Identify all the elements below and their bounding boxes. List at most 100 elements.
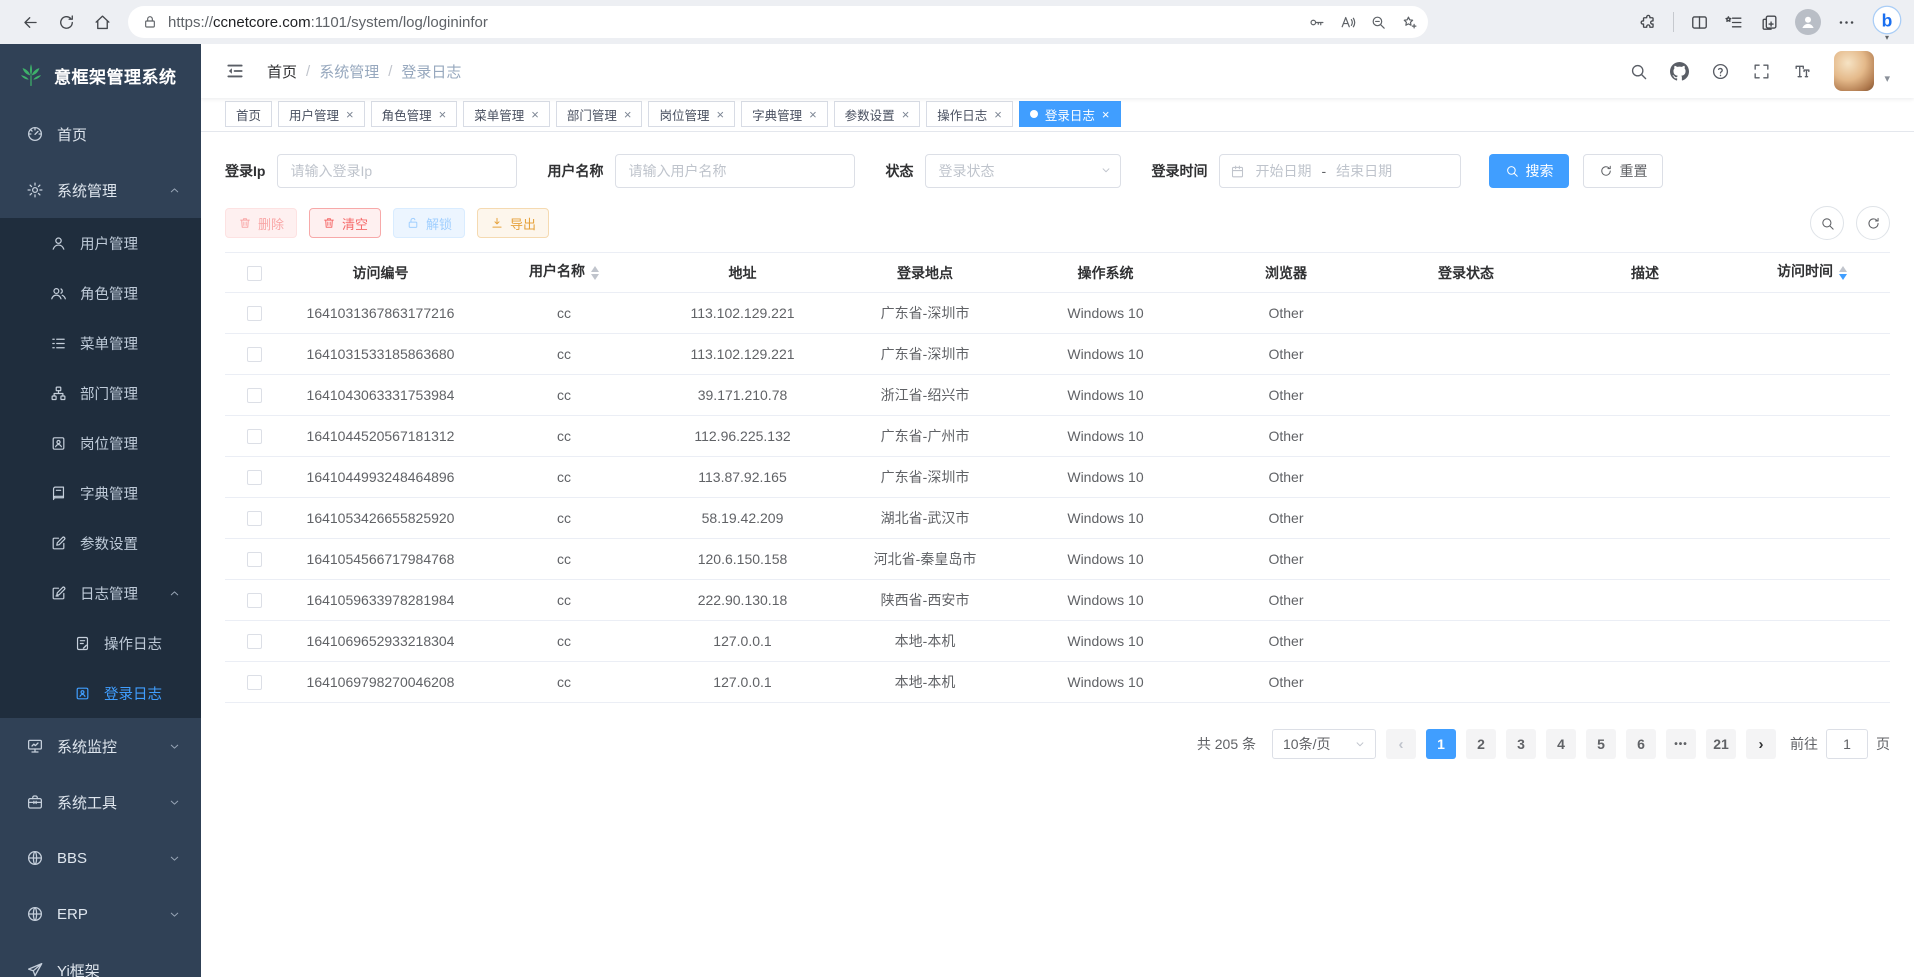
site-info-lock-icon[interactable] <box>142 14 158 30</box>
row-checkbox[interactable] <box>247 470 262 485</box>
tab-字典管理[interactable]: 字典管理× <box>741 101 828 127</box>
tab-操作日志[interactable]: 操作日志× <box>926 101 1013 127</box>
sidebar-item-user-mgmt[interactable]: 用户管理 <box>0 218 201 268</box>
row-checkbox[interactable] <box>247 388 262 403</box>
sort-descending-caret[interactable] <box>591 274 599 284</box>
sidebar-item-param-settings[interactable]: 参数设置 <box>0 518 201 568</box>
delete-button[interactable]: 删除 <box>225 208 297 238</box>
tab-菜单管理[interactable]: 菜单管理× <box>463 101 550 127</box>
favorites-icon[interactable] <box>1725 13 1744 32</box>
sidebar-item-login-log[interactable]: 登录日志 <box>0 668 201 718</box>
page-button-5[interactable]: 5 <box>1586 729 1616 759</box>
row-checkbox[interactable] <box>247 552 262 567</box>
row-checkbox[interactable] <box>247 634 262 649</box>
sort-descending-caret[interactable] <box>1839 274 1847 284</box>
zoom-out-icon[interactable] <box>1370 14 1387 31</box>
add-favorite-icon[interactable] <box>1401 14 1418 31</box>
sidebar-item-system-mgmt[interactable]: 系统管理 <box>0 162 201 218</box>
sort-caret-icon[interactable] <box>1839 262 1847 284</box>
sidebar-item-operation-log[interactable]: 操作日志 <box>0 618 201 668</box>
clear-button[interactable]: 清空 <box>309 208 381 238</box>
tab-岗位管理[interactable]: 岗位管理× <box>648 101 735 127</box>
sidebar-item-system-tools[interactable]: 系统工具 <box>0 774 201 830</box>
export-button[interactable]: 导出 <box>477 208 549 238</box>
refresh-table-button[interactable] <box>1856 206 1890 240</box>
sidebar-item-yi-framework[interactable]: Yi框架 <box>0 942 201 977</box>
reset-button[interactable]: 重置 <box>1583 154 1663 188</box>
prev-page-button[interactable]: ‹ <box>1386 729 1416 759</box>
more-icon[interactable] <box>1837 13 1856 32</box>
pagination-ellipsis[interactable]: ••• <box>1666 729 1696 759</box>
sidebar-item-dept-mgmt[interactable]: 部门管理 <box>0 368 201 418</box>
page-button-2[interactable]: 2 <box>1466 729 1496 759</box>
tab-参数设置[interactable]: 参数设置× <box>834 101 921 127</box>
browser-profile-avatar[interactable] <box>1795 9 1821 35</box>
close-tab-icon[interactable]: × <box>531 108 539 121</box>
address-bar[interactable]: https://ccnetcore.com:1101/system/log/lo… <box>128 6 1428 38</box>
close-tab-icon[interactable]: × <box>439 108 447 121</box>
bing-chat-button[interactable]: b▾ <box>1872 5 1902 40</box>
sidebar-item-dict-mgmt[interactable]: 字典管理 <box>0 468 201 518</box>
column-header-访问时间[interactable]: 访问时间 <box>1734 253 1890 293</box>
github-icon[interactable] <box>1670 62 1689 81</box>
select-all-checkbox[interactable] <box>247 266 262 281</box>
search-icon[interactable] <box>1629 62 1648 81</box>
search-button[interactable]: 搜索 <box>1489 154 1569 188</box>
close-tab-icon[interactable]: × <box>994 108 1002 121</box>
avatar-caret-down-icon[interactable]: ▾ <box>1884 72 1890 91</box>
breadcrumb-item[interactable]: 系统管理 <box>319 61 379 82</box>
row-checkbox[interactable] <box>247 347 262 362</box>
sidebar-item-post-mgmt[interactable]: 岗位管理 <box>0 418 201 468</box>
key-icon[interactable] <box>1308 14 1325 31</box>
page-button-3[interactable]: 3 <box>1506 729 1536 759</box>
row-checkbox[interactable] <box>247 511 262 526</box>
sidebar-item-home[interactable]: 首页 <box>0 106 201 162</box>
page-button-21[interactable]: 21 <box>1706 729 1736 759</box>
status-select-input[interactable] <box>925 154 1121 188</box>
sidebar-item-role-mgmt[interactable]: 角色管理 <box>0 268 201 318</box>
tab-首页[interactable]: 首页 <box>225 101 272 127</box>
page-button-6[interactable]: 6 <box>1626 729 1656 759</box>
sort-ascending-caret[interactable] <box>1839 262 1847 272</box>
row-checkbox[interactable] <box>247 429 262 444</box>
font-size-icon[interactable] <box>1793 62 1812 81</box>
sort-ascending-caret[interactable] <box>591 262 599 272</box>
close-tab-icon[interactable]: × <box>902 108 910 121</box>
column-header-用户名称[interactable]: 用户名称 <box>478 253 650 293</box>
close-tab-icon[interactable]: × <box>716 108 724 121</box>
row-checkbox[interactable] <box>247 593 262 608</box>
page-button-1[interactable]: 1 <box>1426 729 1456 759</box>
split-screen-icon[interactable] <box>1690 13 1709 32</box>
help-icon[interactable] <box>1711 62 1730 81</box>
sidebar-item-log-mgmt[interactable]: 日志管理 <box>0 568 201 618</box>
close-tab-icon[interactable]: × <box>1102 108 1110 121</box>
back-arrow-button[interactable] <box>12 5 48 39</box>
user-avatar[interactable] <box>1834 51 1874 91</box>
user-name-input[interactable] <box>615 154 855 188</box>
login-ip-input[interactable] <box>277 154 517 188</box>
extensions-icon[interactable] <box>1638 13 1657 32</box>
fullscreen-icon[interactable] <box>1752 62 1771 81</box>
show-search-button[interactable] <box>1810 206 1844 240</box>
read-aloud-icon[interactable] <box>1339 14 1356 31</box>
breadcrumb-item[interactable]: 首页 <box>267 61 297 82</box>
close-tab-icon[interactable]: × <box>346 108 354 121</box>
select-all-header[interactable] <box>225 253 283 293</box>
row-checkbox[interactable] <box>247 675 262 690</box>
sort-caret-icon[interactable] <box>591 262 599 284</box>
tab-用户管理[interactable]: 用户管理× <box>278 101 365 127</box>
row-checkbox[interactable] <box>247 306 262 321</box>
sidebar-item-menu-mgmt[interactable]: 菜单管理 <box>0 318 201 368</box>
page-button-4[interactable]: 4 <box>1546 729 1576 759</box>
goto-page-input[interactable] <box>1826 729 1868 759</box>
close-tab-icon[interactable]: × <box>624 108 632 121</box>
sidebar-collapse-icon[interactable] <box>225 61 245 81</box>
duplicate-tab-icon[interactable] <box>1760 13 1779 32</box>
date-range-picker[interactable]: 开始日期 - 结束日期 <box>1219 154 1461 188</box>
next-page-button[interactable]: › <box>1746 729 1776 759</box>
unlock-button[interactable]: 解锁 <box>393 208 465 238</box>
tab-登录日志[interactable]: 登录日志× <box>1019 101 1121 127</box>
sidebar-item-erp[interactable]: ERP <box>0 886 201 942</box>
breadcrumb-item[interactable]: 登录日志 <box>401 61 461 82</box>
page-size-select[interactable]: 10条/页 <box>1272 729 1376 759</box>
